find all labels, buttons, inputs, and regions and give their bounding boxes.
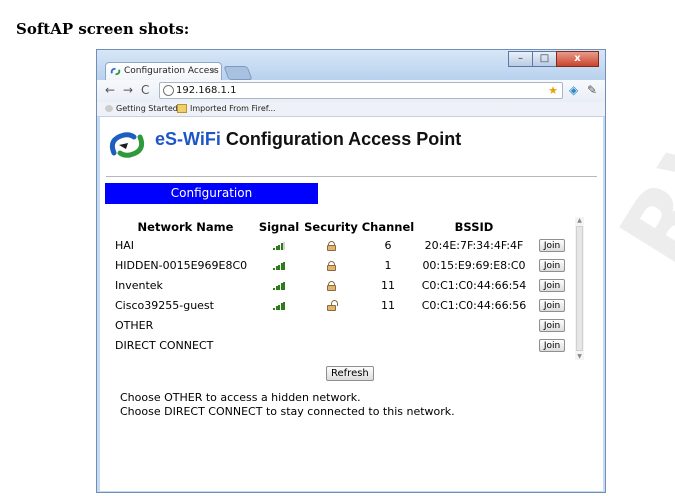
channel-value (360, 315, 416, 335)
table-row: Inventek 11 C0:C1:C0:44:66:54 Join (115, 275, 572, 295)
new-tab-button[interactable] (223, 66, 253, 80)
section-header: Configuration (105, 183, 318, 204)
page-title: eS-WiFi Configuration Access Point (155, 129, 461, 150)
networks-table: Network Name Signal Security Channel BSS… (115, 219, 572, 355)
network-name: DIRECT CONNECT (115, 338, 214, 352)
page-icon (105, 105, 113, 112)
bookmarks-bar: Getting Started Imported From Firef... (97, 102, 605, 117)
extension-icon[interactable]: ◈ (569, 83, 578, 97)
tab-title: Configuration Access Poin (124, 66, 221, 76)
help-text-direct: Choose DIRECT CONNECT to stay connected … (120, 405, 455, 418)
network-name: HAI (115, 238, 135, 252)
table-scrollbar[interactable]: ▲ ▼ (575, 217, 584, 360)
bookmark-label: Imported From Firef... (190, 104, 276, 113)
table-row: Cisco39255-guest 11 C0:C1:C0:44:66:56 Join (115, 295, 572, 315)
maximize-button[interactable]: □ (532, 51, 557, 67)
bssid-value: C0:C1:C0:44:66:56 (421, 298, 527, 312)
column-header: BSSID (454, 220, 494, 234)
watermark: RV (598, 92, 675, 284)
page-info-icon[interactable] (163, 85, 174, 96)
join-button[interactable]: Join (538, 279, 566, 292)
column-header: Signal (258, 220, 300, 234)
join-button[interactable]: Join (538, 299, 566, 312)
channel-value: 1 (384, 258, 392, 272)
bssid-value (416, 315, 532, 335)
page-viewport: eS-WiFi Configuration Access Point Confi… (100, 117, 603, 491)
network-name: Cisco39255-guest (115, 298, 214, 312)
channel-value (360, 335, 416, 355)
network-name: Inventek (115, 278, 163, 292)
back-arrow-icon[interactable]: ← (105, 83, 115, 97)
document-heading: SoftAP screen shots: (16, 20, 190, 38)
join-button[interactable]: Join (538, 339, 566, 352)
favicon-icon (110, 67, 121, 76)
channel-value: 11 (381, 298, 395, 312)
title-bar: Configuration Access Poin × – □ x (97, 50, 605, 80)
table-row: OTHER Join (115, 315, 572, 335)
browser-window: Configuration Access Poin × – □ x ← → C … (96, 49, 606, 493)
bssid-value: 20:4E:7F:34:4F:4F (424, 238, 524, 252)
close-window-button[interactable]: x (556, 51, 599, 67)
reload-icon[interactable]: C (141, 83, 149, 97)
forward-arrow-icon[interactable]: → (123, 83, 133, 97)
bookmark-label: Getting Started (116, 104, 178, 113)
help-text-other: Choose OTHER to access a hidden network. (120, 391, 361, 404)
window-controls: – □ x (508, 51, 599, 68)
bookmark-imported[interactable]: Imported From Firef... (177, 102, 276, 115)
join-button[interactable]: Join (538, 259, 566, 272)
column-header: Security (304, 220, 358, 234)
table-row: DIRECT CONNECT Join (115, 335, 572, 355)
join-button[interactable]: Join (538, 239, 566, 252)
address-bar[interactable]: 192.168.1.1 ★ (159, 82, 563, 99)
channel-value: 6 (384, 238, 392, 252)
minimize-button[interactable]: – (508, 51, 533, 67)
address-text: 192.168.1.1 (176, 85, 237, 96)
table-row: HAI 6 20:4E:7F:34:4F:4F Join (115, 235, 572, 255)
lock-icon (326, 280, 336, 291)
table-row: HIDDEN-0015E969E8C0 1 00:15:E9:69:E8:C0 Joi… (115, 255, 572, 275)
scroll-down-icon[interactable]: ▼ (575, 353, 584, 360)
page-title-brand: eS-WiFi (155, 129, 221, 149)
unlock-icon (326, 299, 338, 311)
bssid-value: C0:C1:C0:44:66:54 (421, 278, 527, 292)
folder-icon (177, 104, 187, 113)
refresh-button[interactable]: Refresh (326, 366, 374, 381)
column-header: Network Name (137, 220, 234, 234)
browser-toolbar: ← → C 192.168.1.1 ★ ◈ ✎ (97, 80, 605, 102)
network-name: OTHER (115, 318, 154, 332)
lock-icon (326, 240, 336, 251)
page-title-rest: Configuration Access Point (220, 129, 462, 149)
table-header-row: Network Name Signal Security Channel BSS… (115, 219, 572, 235)
bookmark-getting-started[interactable]: Getting Started (105, 102, 178, 115)
channel-value: 11 (381, 278, 395, 292)
signal-strength-icon (273, 241, 285, 250)
join-button[interactable]: Join (538, 319, 566, 332)
signal-strength-icon (273, 301, 285, 310)
tab-close-icon[interactable]: × (209, 63, 217, 80)
browser-tab[interactable]: Configuration Access Poin × (105, 62, 222, 80)
signal-strength-icon (273, 261, 285, 270)
bookmark-star-icon[interactable]: ★ (548, 83, 558, 98)
bssid-value (416, 335, 532, 355)
signal-strength-icon (273, 281, 285, 290)
wrench-icon[interactable]: ✎ (587, 83, 597, 97)
es-wifi-logo-icon (109, 132, 145, 158)
column-header: Channel (361, 220, 415, 234)
network-name: HIDDEN-0015E969E8C0 (115, 258, 248, 272)
scroll-up-icon[interactable]: ▲ (575, 217, 584, 224)
lock-icon (326, 260, 336, 271)
scroll-thumb[interactable] (576, 226, 583, 351)
header-divider (106, 176, 597, 177)
bssid-value: 00:15:E9:69:E8:C0 (422, 258, 526, 272)
